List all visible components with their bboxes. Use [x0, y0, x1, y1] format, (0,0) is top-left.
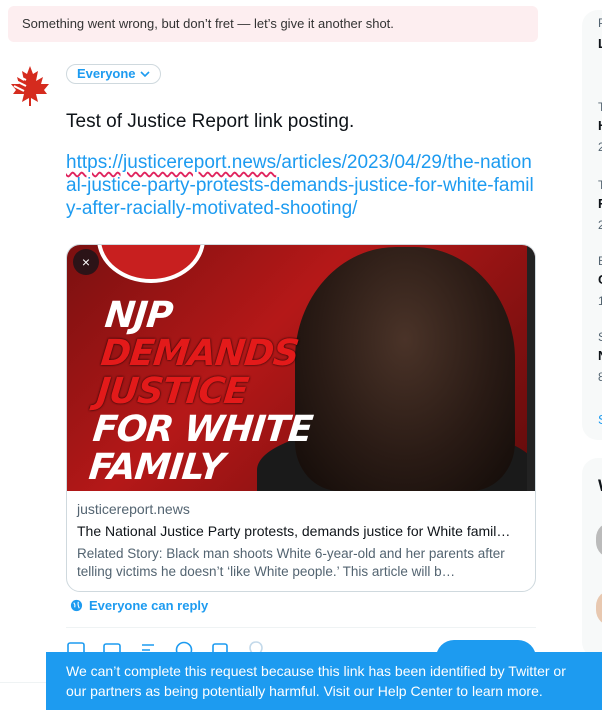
headline-line: DEMANDS [98, 333, 301, 374]
sidebar-text[interactable]: N [598, 348, 602, 363]
headline-line: JUSTICE [94, 371, 250, 412]
sidebar-text: P [598, 16, 602, 30]
error-banner: Something went wrong, but don’t fret — l… [8, 6, 538, 42]
maple-leaf-logo [11, 66, 49, 106]
sidebar-text: T [598, 178, 602, 192]
chevron-down-icon [139, 71, 150, 78]
image-portrait [295, 247, 515, 491]
sidebar-text: 2 [598, 218, 602, 232]
tweet-text-line: Test of Justice Report link posting. [66, 111, 355, 132]
headline-line: FAMILY [86, 447, 226, 488]
card-description: Related Story: Black man shoots White 6-… [77, 546, 505, 579]
sidebar-text[interactable]: S [598, 412, 602, 427]
card-domain: justicereport.news [77, 501, 190, 517]
headline-line: FOR WHITE [90, 409, 315, 450]
reply-setting-button[interactable]: Everyone can reply [70, 598, 208, 613]
divider [66, 627, 536, 628]
close-icon[interactable]: × [73, 249, 99, 275]
image-edge-stripe [527, 245, 535, 491]
sidebar-text: 1 [598, 294, 602, 308]
sidebar-text[interactable]: L [598, 36, 602, 51]
sidebar-text: 8 [598, 370, 602, 384]
link-preview-card[interactable]: NJP DEMANDS JUSTICE FOR WHITE FAMILY × j… [66, 244, 536, 592]
image-headline: NJP DEMANDS JUSTICE FOR WHITE FAMILY [86, 295, 326, 488]
tweet-text-input[interactable]: Test of Justice Report link posting. htt… [66, 110, 536, 220]
headline-line: NJP [102, 295, 175, 336]
sidebar-text: W [598, 476, 602, 496]
image-logo-circle [97, 245, 205, 283]
avatar[interactable] [8, 64, 52, 108]
link-host: https://justicereport.news [66, 152, 277, 173]
reply-setting-label: Everyone can reply [89, 598, 209, 613]
card-title: The National Justice Party protests, dem… [77, 523, 511, 539]
error-toast: We can’t complete this request because t… [46, 652, 602, 710]
sidebar-text: T [598, 100, 602, 114]
sidebar-text: 2 [598, 140, 602, 154]
sidebar-text[interactable]: C [598, 272, 602, 287]
sidebar-text: E [598, 254, 602, 268]
globe-icon [70, 599, 83, 612]
audience-label: Everyone [77, 66, 136, 81]
tweet-link[interactable]: https://justicereport.news/articles/2023… [66, 152, 534, 219]
sidebar-text: S [598, 330, 602, 344]
card-meta: justicereport.news The National Justice … [67, 491, 535, 591]
sidebar-text[interactable]: F [598, 196, 602, 211]
sidebar-text[interactable]: H [598, 118, 602, 133]
card-image: NJP DEMANDS JUSTICE FOR WHITE FAMILY × [67, 245, 535, 491]
audience-selector[interactable]: Everyone [66, 64, 161, 84]
tweet-composer: Everyone Test of Justice Report link pos… [0, 50, 550, 690]
